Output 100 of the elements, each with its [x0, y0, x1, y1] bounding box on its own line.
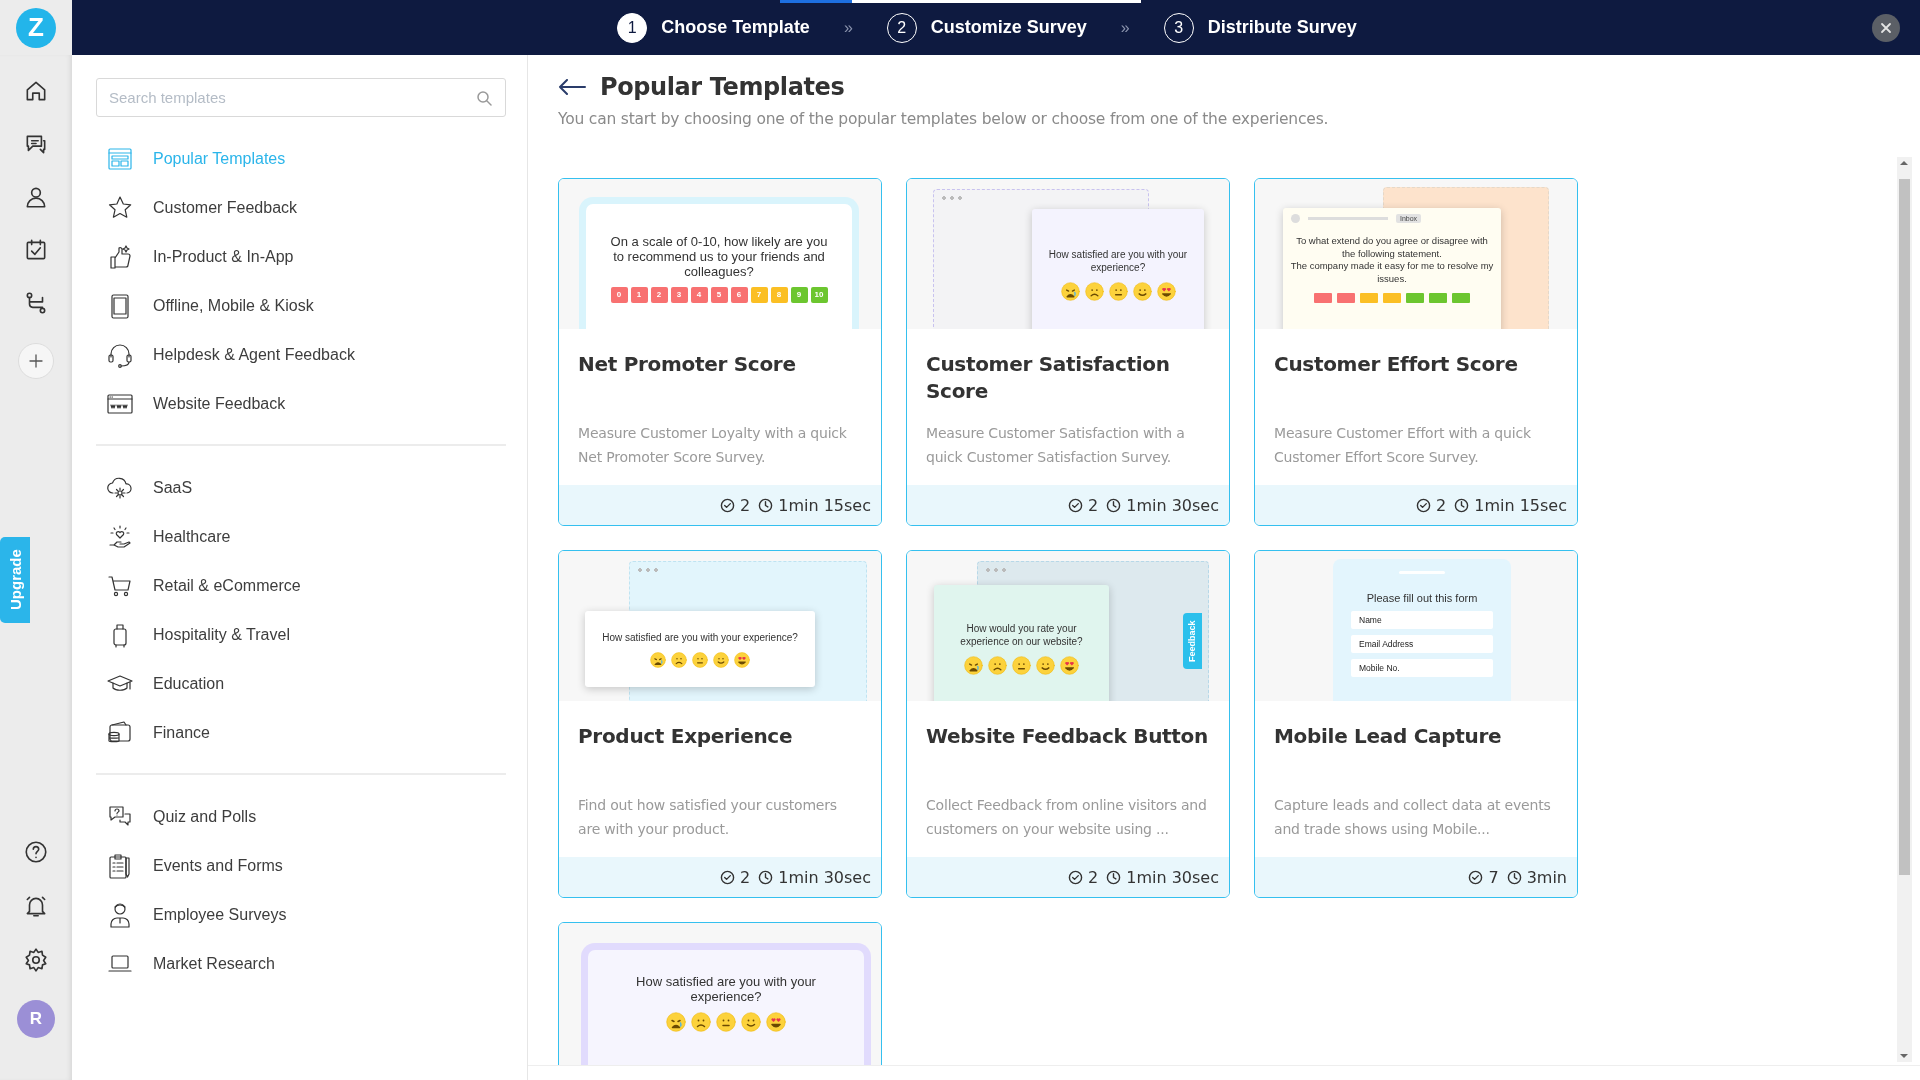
scale-option: 2 — [650, 287, 668, 303]
plus-icon — [28, 353, 44, 369]
smiling-face-icon — [741, 1012, 761, 1032]
clock-icon — [1454, 497, 1470, 513]
scale-option: 8 — [770, 287, 788, 303]
check-circle-icon — [1068, 497, 1084, 513]
sender-avatar — [1291, 214, 1300, 223]
step-tab[interactable]: 1 Choose Template — [613, 12, 814, 43]
search-icon — [476, 90, 492, 106]
add-button[interactable] — [18, 343, 54, 379]
search-field[interactable]: Search templates — [96, 78, 506, 117]
form-field: Name — [1351, 611, 1493, 629]
card-title: Product Experience — [578, 723, 794, 750]
step-tab[interactable]: 3 Distribute Survey — [1159, 12, 1361, 43]
card-description: Measure Customer Effort with a quick Customer Effort Score Survey. — [1274, 424, 1532, 467]
step-separator: » — [843, 18, 853, 37]
bell-icon[interactable] — [23, 893, 49, 919]
settings-icon[interactable] — [23, 947, 49, 973]
check-circle-icon — [720, 869, 736, 885]
sad-face-icon — [691, 1012, 711, 1032]
template-card[interactable] — [558, 178, 882, 526]
sidebar-item[interactable]: Education — [96, 659, 506, 708]
template-card[interactable] — [1254, 178, 1578, 526]
survey-question: How satisfied are you with your experience? — [601, 630, 799, 644]
question-count: 7 — [1488, 867, 1499, 887]
sad-face-icon — [988, 655, 1007, 675]
sidebar-item[interactable]: In-Product & In-App — [96, 232, 506, 281]
page-title: Popular Templates — [600, 73, 845, 101]
scale-option: 10 — [810, 287, 828, 303]
sidebar-item[interactable]: Website Feedback — [96, 379, 506, 428]
form-field: Email Address — [1351, 635, 1493, 653]
duration: 3min — [1526, 867, 1567, 887]
template-card[interactable]: How satisfied are you with your experience? Customer Satisfaction Score Measure Customer Satisfaction with a quick Customer Satisfaction Survey. 2 1min 30sec — [906, 178, 1230, 526]
template-card[interactable]: How would you rate your experience on our website? Feedback Website Feedback Button Collect Feedback from online visitors and customers on your website using ... 2 1min 30sec — [906, 550, 1230, 898]
heart-eyes-face-icon — [1156, 281, 1176, 301]
survey-question: How satisfied are you with your experience? — [1047, 247, 1189, 274]
survey-question: On a scale of 0-10, how likely are you to recommend us to your friends and colleagues? — [610, 234, 828, 279]
form-field: Mobile No. — [1351, 659, 1493, 677]
question-count: 2 — [1088, 495, 1099, 515]
sad-face-icon — [671, 651, 687, 668]
sidebar-item[interactable]: Quiz and Polls — [96, 792, 506, 841]
clock-icon — [1106, 497, 1122, 513]
survey-question: How satisfied are you with your experience? — [635, 974, 817, 1004]
neutral-face-icon — [1012, 655, 1031, 675]
clock-icon — [758, 497, 774, 513]
card-title: Customer Satisfaction Score — [926, 351, 1171, 405]
sidebar-item[interactable]: Finance — [96, 708, 506, 757]
back-button[interactable] — [558, 79, 586, 95]
check-circle-icon — [720, 497, 736, 513]
sidebar-item[interactable]: Employee Surveys — [96, 890, 506, 939]
question-count: 2 — [740, 495, 751, 515]
clock-icon — [1506, 869, 1522, 885]
survey-question: How would you rate your experience on our website? — [959, 621, 1084, 648]
neutral-face-icon — [1108, 281, 1128, 301]
duration: 1min 15sec — [1474, 495, 1567, 515]
feedback-tab: Feedback — [1183, 613, 1202, 669]
close-button[interactable] — [1872, 13, 1900, 42]
back-arrow-icon — [558, 79, 586, 95]
check-circle-icon — [1068, 869, 1084, 885]
step-tab[interactable]: 2 Customize Survey — [882, 12, 1091, 43]
question-count: 2 — [1088, 867, 1099, 887]
scale-option: 9 — [790, 287, 808, 303]
scale-option: 7 — [750, 287, 768, 303]
crying-face-icon — [666, 1012, 686, 1032]
scale-option: 0 — [610, 287, 628, 303]
neutral-face-icon — [692, 651, 708, 668]
scale-option: 4 — [690, 287, 708, 303]
scale-option: 3 — [670, 287, 688, 303]
help-icon[interactable] — [23, 839, 49, 865]
scale-option: 6 — [730, 287, 748, 303]
sidebar-item[interactable]: Customer Feedback — [96, 183, 506, 232]
duration: 1min 15sec — [778, 495, 871, 515]
question-count: 2 — [740, 867, 751, 887]
card-title: Customer Effort Score — [1274, 351, 1519, 378]
smiling-face-icon — [713, 651, 729, 668]
duration: 1min 30sec — [1126, 867, 1219, 887]
sidebar-item[interactable]: SaaS — [96, 463, 506, 512]
card-description: Capture leads and collect data at events and trade shows using Mobile... — [1274, 796, 1552, 839]
sidebar-item[interactable]: Events and Forms — [96, 841, 506, 890]
sidebar-item[interactable]: Hospitality & Travel — [96, 610, 506, 659]
survey-question: To what extend do you agree or disagree with the following statement. — [1295, 235, 1489, 260]
clock-icon — [1106, 869, 1122, 885]
close-icon — [1880, 21, 1892, 34]
template-card[interactable]: How satisfied are you with your experience? — [558, 922, 882, 1065]
template-card[interactable]: Please fill out this form Name Email Address Mobile No. Mobile Lead Capture Capture leads and collect data at events and trade shows using Mobile... 7 3min — [1254, 550, 1578, 898]
card-description: Measure Customer Satisfaction with a quick Customer Satisfaction Survey. — [926, 424, 1186, 467]
form-heading: Please fill out this form — [1366, 592, 1478, 604]
sidebar-item[interactable]: Offline, Mobile & Kiosk — [96, 281, 506, 330]
heart-eyes-face-icon — [1060, 655, 1079, 675]
card-description: Find out how satisfied your customers are with your product. — [578, 796, 838, 839]
card-title: Net Promoter Score — [578, 351, 797, 378]
scrollbar[interactable] — [1897, 157, 1912, 1062]
sidebar-item[interactable]: Helpdesk & Agent Feedback — [96, 330, 506, 379]
template-card[interactable]: How satisfied are you with your experience? Product Experience Find out how satisfied your customers are with your product. 2 1min 30sec — [558, 550, 882, 898]
sidebar-item[interactable]: Retail & eCommerce — [96, 561, 506, 610]
sidebar-item[interactable]: Healthcare — [96, 512, 506, 561]
sad-face-icon — [1084, 281, 1104, 301]
sidebar-item[interactable]: Market Research — [96, 939, 506, 988]
smiling-face-icon — [1132, 281, 1152, 301]
smiling-face-icon — [1036, 655, 1055, 675]
